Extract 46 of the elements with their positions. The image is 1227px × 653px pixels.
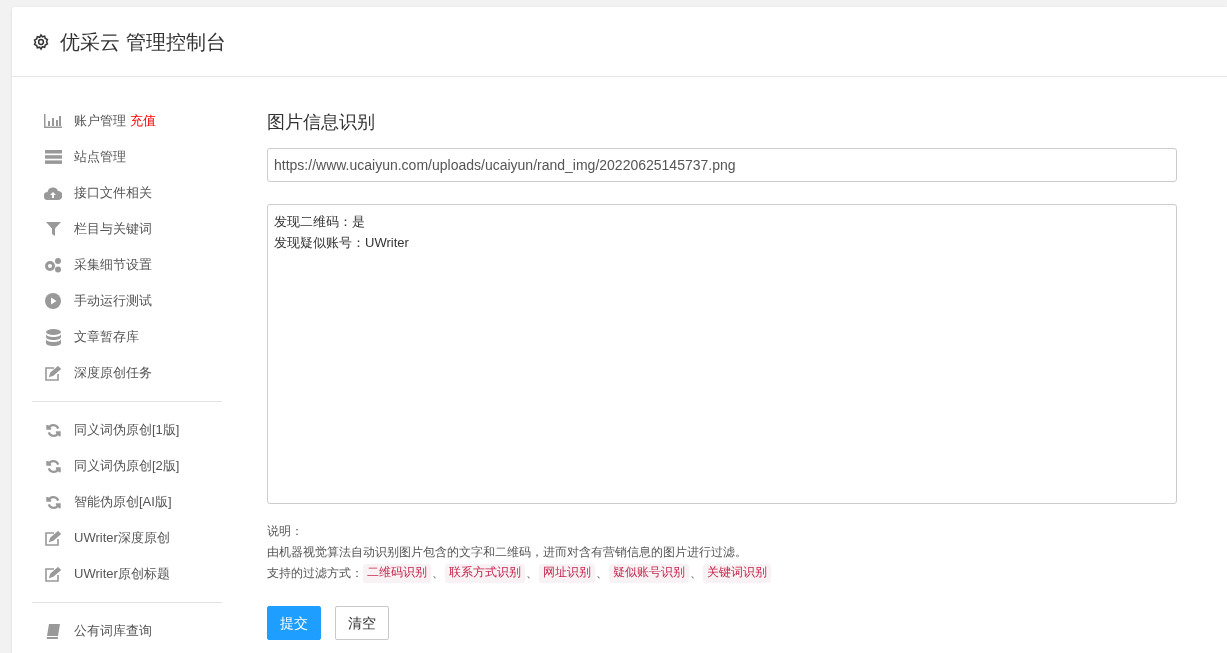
sidebar-item[interactable]: 智能伪原创[AI版] [74, 492, 172, 512]
sidebar-item[interactable]: UWriter深度原创 [74, 528, 170, 548]
edit-icon [44, 530, 62, 546]
sidebar-item[interactable]: 站点管理 [74, 147, 126, 167]
refresh-icon [45, 458, 61, 474]
separator: 、 [431, 565, 445, 582]
filter-tag: 网址识别 [539, 564, 595, 583]
database-icon [45, 328, 61, 346]
book-icon [45, 623, 61, 639]
sidebar-item[interactable]: 深度原创任务 [74, 363, 152, 383]
filter-tag: 二维码识别 [363, 564, 431, 583]
edit-icon [44, 365, 62, 381]
filter-tag: 联系方式识别 [445, 564, 525, 583]
filter-tag: 疑似账号识别 [609, 564, 689, 583]
url-field[interactable]: https://www.ucaiyun.com/uploads/ucaiyun/rand_img/20220625145737.png [267, 148, 1177, 182]
bar-chart-icon [44, 114, 62, 128]
sidebar-item[interactable]: 公有词库查询 [74, 621, 152, 641]
separator: 、 [525, 565, 539, 582]
action-button[interactable]: 清空 [335, 606, 389, 640]
play-icon [45, 293, 61, 309]
edit-icon [44, 566, 62, 582]
settings-icon [32, 32, 50, 51]
refresh-icon [45, 422, 61, 438]
section-title: 图片信息识别 [267, 111, 376, 134]
console-title: 优采云 管理控制台 [60, 29, 226, 55]
sidebar-item[interactable]: 栏目与关键词 [74, 219, 152, 239]
sidebar-item[interactable]: 采集细节设置 [74, 255, 152, 275]
sidebar-item[interactable]: 接口文件相关 [74, 183, 152, 203]
server-icon [44, 150, 62, 164]
sidebar-item[interactable]: 文章暂存库 [74, 327, 139, 347]
filter-tag: 关键词识别 [703, 564, 771, 583]
filter-icon [45, 222, 61, 236]
sidebar-item[interactable]: UWriter原创标题 [74, 564, 170, 584]
note-text: 由机器视觉算法自动识别图片包含的文字和二维码，进而对含有营销信息的图片进行过滤。 [267, 544, 747, 561]
sidebar-item[interactable]: 手动运行测试 [74, 291, 152, 311]
recharge-link[interactable]: 充值 [130, 111, 156, 131]
refresh-icon [45, 494, 61, 510]
filters-label: 支持的过滤方式： [267, 565, 363, 582]
separator: 、 [689, 565, 703, 582]
cloud-upload-icon [44, 186, 62, 200]
result-textarea[interactable]: 发现二维码：是 发现疑似账号：UWriter [267, 204, 1177, 504]
separator: 、 [595, 565, 609, 582]
sidebar-item[interactable]: 同义词伪原创[1版] [74, 420, 180, 440]
sidebar-item[interactable]: 账户管理 [74, 111, 126, 131]
note-label: 说明： [267, 523, 303, 540]
sidebar-item[interactable]: 同义词伪原创[2版] [74, 456, 180, 476]
